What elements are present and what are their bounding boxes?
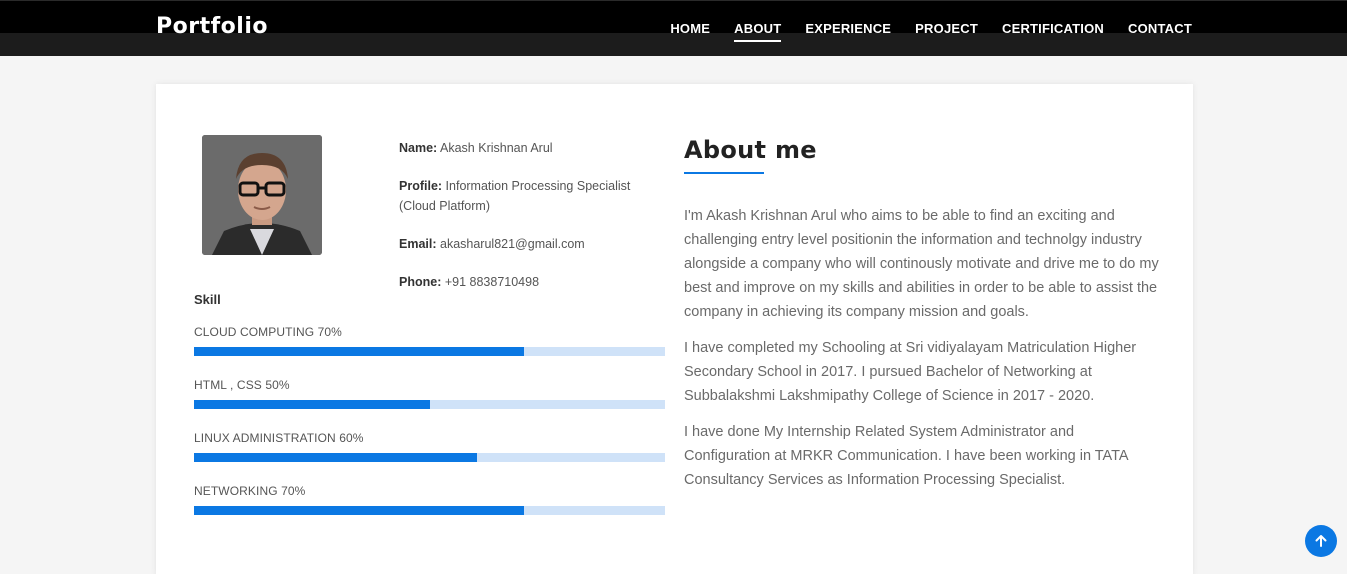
arrow-up-icon [1315, 535, 1327, 547]
nav-link-about[interactable]: ABOUT [734, 21, 782, 42]
title-underline [684, 172, 764, 174]
skill-label: LINUX ADMINISTRATION 60% [194, 431, 364, 445]
phone-value: +91 8838710498 [444, 275, 540, 289]
skills-title: Skill [194, 292, 221, 307]
profile-phone-row: Phone: +91 8838710498 [399, 272, 659, 292]
about-paragraph: I'm Akash Krishnan Arul who aims to be a… [684, 208, 1159, 320]
skill-label: CLOUD COMPUTING 70% [194, 325, 342, 339]
skill-progress-fill [194, 453, 477, 462]
nav-link-contact[interactable]: CONTACT [1128, 21, 1192, 40]
skill-label: HTML , CSS 50% [194, 378, 290, 392]
skill-progress-fill [194, 506, 524, 515]
name-value: Akash Krishnan Arul [440, 141, 553, 155]
about-paragraph: I have completed my Schooling at Sri vid… [684, 340, 1137, 404]
phone-label: Phone: [399, 275, 442, 289]
skill-item: HTML , CSS 50% [194, 378, 665, 409]
nav-link-certification[interactable]: CERTIFICATION [1002, 21, 1104, 40]
profile-info: Name: Akash Krishnan Arul Profile: Infor… [399, 138, 659, 310]
skill-progress-track [194, 347, 665, 356]
skill-progress-fill [194, 400, 430, 409]
skill-item: LINUX ADMINISTRATION 60% [194, 431, 665, 462]
about-card: Name: Akash Krishnan Arul Profile: Infor… [156, 84, 1193, 574]
about-title: About me [684, 136, 817, 164]
skill-progress-track [194, 506, 665, 515]
profile-label: Profile: [399, 179, 443, 193]
about-section: About me I'm Akash Krishnan Arul who aim… [684, 136, 1164, 504]
profile-photo-image [202, 135, 322, 255]
profile-email-row: Email: akasharul821@gmail.com [399, 234, 659, 254]
skill-item: CLOUD COMPUTING 70% [194, 325, 665, 356]
skill-progress-track [194, 400, 665, 409]
profile-profile-row: Profile: Information Processing Speciali… [399, 176, 659, 216]
nav-link-experience[interactable]: EXPERIENCE [805, 21, 891, 40]
profile-photo [202, 135, 322, 255]
skill-progress-track [194, 453, 665, 462]
brand-logo[interactable]: Portfolio [156, 14, 268, 39]
skills-section: Skill CLOUD COMPUTING 70% HTML , CSS 50%… [194, 292, 665, 537]
skill-item: NETWORKING 70% [194, 484, 665, 515]
skill-progress-fill [194, 347, 524, 356]
nav-link-project[interactable]: PROJECT [915, 21, 978, 40]
about-paragraph: I have done My Internship Related System… [684, 424, 1128, 488]
navbar: Portfolio HOME ABOUT EXPERIENCE PROJECT … [0, 0, 1347, 56]
email-label: Email: [399, 237, 437, 251]
profile-name-row: Name: Akash Krishnan Arul [399, 138, 659, 158]
nav-menu: HOME ABOUT EXPERIENCE PROJECT CERTIFICAT… [670, 21, 1192, 42]
nav-link-home[interactable]: HOME [670, 21, 710, 40]
skill-label: NETWORKING 70% [194, 484, 306, 498]
name-label: Name: [399, 141, 438, 155]
email-value: akasharul821@gmail.com [440, 237, 585, 251]
scroll-to-top-button[interactable] [1305, 525, 1337, 557]
